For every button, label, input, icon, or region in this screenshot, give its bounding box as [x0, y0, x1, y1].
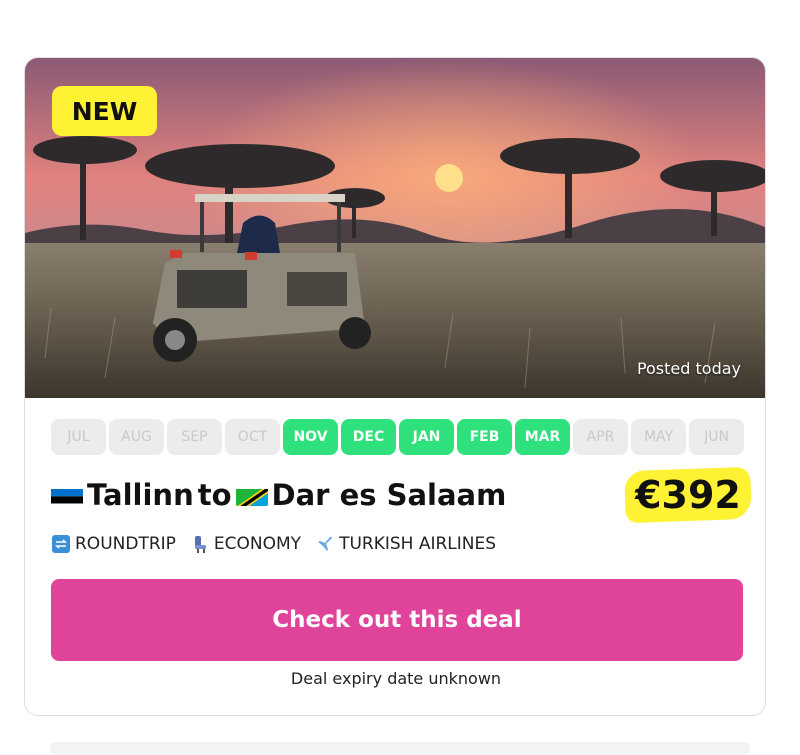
new-badge: NEW	[52, 86, 157, 136]
tanzania-flag-icon	[235, 484, 268, 506]
month-chip-oct: OCT	[225, 419, 280, 455]
month-chip-mar: MAR	[515, 419, 570, 455]
expiry-note: Deal expiry date unknown	[290, 669, 502, 688]
tag-airline: TURKISH AIRLINES	[315, 534, 496, 554]
tag-roundtrip: ROUNDTRIP	[51, 534, 176, 554]
month-chip-aug: AUG	[109, 419, 164, 455]
deal-tags: ROUNDTRIP ECONOMY TURKISH AIRLINES	[51, 534, 496, 554]
month-chip-jun: JUN	[689, 419, 744, 455]
route-title: Tallinn to Dar es Salaam	[51, 474, 506, 516]
price-value: €392	[635, 473, 741, 517]
next-card-edge	[50, 742, 750, 755]
month-chip-dec: DEC	[341, 419, 396, 455]
tag-label: ECONOMY	[213, 534, 302, 554]
origin-city: Tallinn	[87, 478, 194, 512]
roundtrip-icon	[51, 534, 71, 554]
month-chip-feb: FEB	[457, 419, 512, 455]
route-connector: to	[197, 478, 232, 512]
estonia-flag-icon	[51, 484, 83, 506]
tag-label: ROUNDTRIP	[75, 534, 176, 554]
month-chip-may: MAY	[631, 419, 686, 455]
month-chip-sep: SEP	[167, 419, 222, 455]
check-out-deal-button[interactable]: Check out this deal	[51, 579, 743, 661]
travel-months: JUL AUG SEP OCT NOV DEC JAN FEB MAR APR MAY JUN	[51, 419, 744, 455]
destination-city: Dar es Salaam	[271, 478, 507, 512]
posted-date: Posted today	[636, 359, 741, 378]
month-chip-jul: JUL	[51, 419, 106, 455]
deal-card[interactable]: NEW Posted today JUL AUG SEP OCT NOV DEC JAN FE…	[24, 57, 766, 716]
price: €392	[624, 463, 752, 527]
seat-icon	[190, 534, 210, 554]
tag-label: TURKISH AIRLINES	[339, 534, 497, 554]
month-chip-nov: NOV	[283, 419, 338, 455]
tag-economy: ECONOMY	[190, 534, 301, 554]
month-chip-jan: JAN	[399, 419, 454, 455]
month-chip-apr: APR	[573, 419, 628, 455]
airplane-icon	[315, 534, 335, 554]
